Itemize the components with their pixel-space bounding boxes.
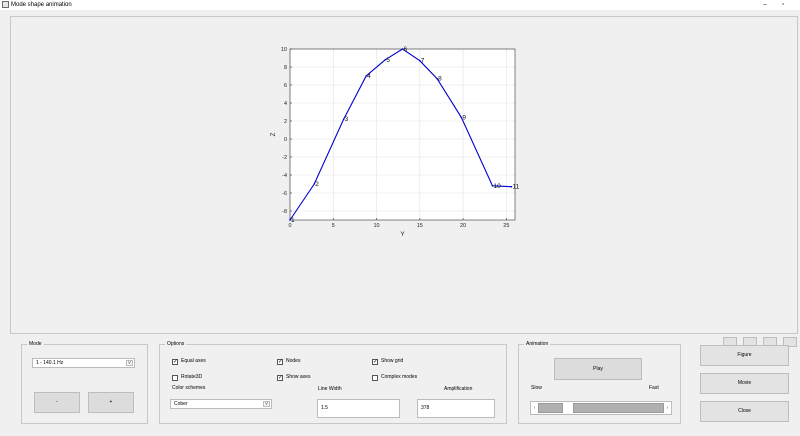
nodes-checkbox[interactable]: ✓ Nodes	[277, 358, 300, 365]
equal-axes-checkbox[interactable]: ✓ Equal axes	[172, 358, 206, 365]
complex-modes-checkbox[interactable]: Complex modes	[372, 374, 417, 381]
color-schemes-label: Color schemes	[172, 385, 206, 391]
rotate3d-label: Rotate3D	[181, 374, 203, 380]
show-axes-label: Show axes	[286, 374, 311, 380]
previous-mode-button[interactable]: -	[34, 392, 80, 413]
y-tick-label: 10	[281, 47, 287, 53]
rotate3d-checkbox[interactable]: Rotate3D	[172, 374, 202, 381]
plot-area	[290, 49, 515, 220]
node-label: 7	[421, 58, 425, 65]
x-axis-label: Y	[400, 231, 405, 238]
node-label: 9	[462, 114, 466, 121]
figure-button[interactable]: Figure	[700, 345, 789, 366]
checkmark-icon: ✓	[372, 358, 379, 365]
title-bar: Mode shape animation – ▫	[0, 0, 800, 10]
node-label: 2	[315, 181, 319, 188]
mode-select-value: 1 - 140.1 Hz	[36, 360, 64, 366]
options-panel: Options ✓ Equal axes ✓ Nodes ✓ Show grid…	[159, 341, 507, 424]
amplification-input[interactable]: 378	[417, 399, 495, 418]
movie-button[interactable]: Movie	[700, 373, 789, 394]
color-scheme-select[interactable]: Cober v	[170, 399, 272, 409]
minimize-button[interactable]: –	[758, 0, 772, 10]
show-axes-checkbox[interactable]: ✓ Show axes	[277, 374, 310, 381]
color-scheme-value: Cober	[174, 401, 188, 407]
animation-panel-title: Animation	[524, 341, 551, 348]
x-tick-label: 10	[373, 223, 379, 229]
app-icon	[2, 1, 9, 8]
next-mode-button[interactable]: +	[88, 392, 134, 413]
checkmark-icon: ✓	[172, 358, 179, 365]
mode-select[interactable]: 1 - 140.1 Hz v	[32, 358, 135, 368]
complex-modes-label: Complex modes	[381, 374, 418, 380]
slider-track-right	[573, 403, 664, 413]
y-tick-label: 6	[284, 83, 287, 89]
equal-axes-label: Equal axes	[181, 358, 206, 364]
y-tick-label: 8	[284, 65, 287, 71]
mode-panel-title: Mode	[27, 341, 44, 348]
play-button[interactable]: Play	[554, 358, 642, 380]
mode-shape-chart[interactable]: 0 5 10 15 20 25-8-6-4-20246810YZ12345678910 11	[11, 17, 799, 335]
x-tick-label: 25	[503, 223, 509, 229]
y-axis-label: Z	[270, 132, 277, 136]
window-title: Mode shape animation	[11, 2, 72, 8]
y-tick-label: 4	[284, 101, 287, 107]
x-tick-label: 20	[460, 223, 466, 229]
y-tick-label: -4	[282, 173, 287, 179]
node-label: 10	[494, 183, 502, 190]
options-panel-title: Options	[165, 341, 187, 348]
slider-right-arrow-icon[interactable]: ›	[664, 402, 671, 414]
node-label: 6	[404, 46, 408, 53]
chevron-down-icon: v	[263, 401, 270, 407]
speed-slider[interactable]: ‹ ›	[530, 401, 672, 415]
mode-panel: Mode 1 - 140.1 Hz v - +	[21, 341, 148, 424]
node-label: 3	[345, 116, 349, 123]
show-grid-checkbox[interactable]: ✓ Show grid	[372, 358, 403, 365]
checkmark-icon: ✓	[277, 358, 284, 365]
node-label: 11	[513, 184, 520, 191]
line-width-label: Line Width	[318, 386, 342, 392]
node-label: 1	[291, 217, 295, 224]
node-label: 4	[367, 73, 371, 80]
fast-label: Fast	[649, 385, 659, 391]
y-tick-label: -6	[282, 191, 287, 197]
x-tick-label: 5	[332, 223, 335, 229]
x-tick-label: 15	[417, 223, 423, 229]
amplification-label: Amplification	[444, 386, 473, 392]
y-tick-label: 2	[284, 119, 287, 125]
restore-button[interactable]: ▫	[776, 0, 790, 10]
chevron-down-icon: v	[126, 360, 133, 366]
node-label: 5	[386, 57, 390, 64]
node-label: 8	[438, 76, 442, 83]
plot-panel: 0 5 10 15 20 25 -8 -6 -4 -2 0 2 4 6 8 10 Y Z 1 2 3 4 5 6 7 8 9 10 11	[10, 16, 799, 347]
slow-label: Slow	[531, 385, 542, 391]
slider-track-left	[538, 403, 563, 413]
slider-thumb[interactable]	[563, 403, 573, 413]
show-grid-label: Show grid	[381, 358, 404, 364]
y-tick-label: -2	[282, 155, 287, 161]
line-width-input[interactable]: 1.5	[317, 399, 400, 418]
y-tick-label: -8	[282, 209, 287, 215]
close-button[interactable]: Close	[700, 401, 789, 422]
checkmark-icon: ✓	[277, 374, 284, 381]
slider-left-arrow-icon[interactable]: ‹	[531, 402, 538, 414]
nodes-label: Nodes	[286, 358, 301, 364]
y-tick-label: 0	[284, 137, 287, 143]
